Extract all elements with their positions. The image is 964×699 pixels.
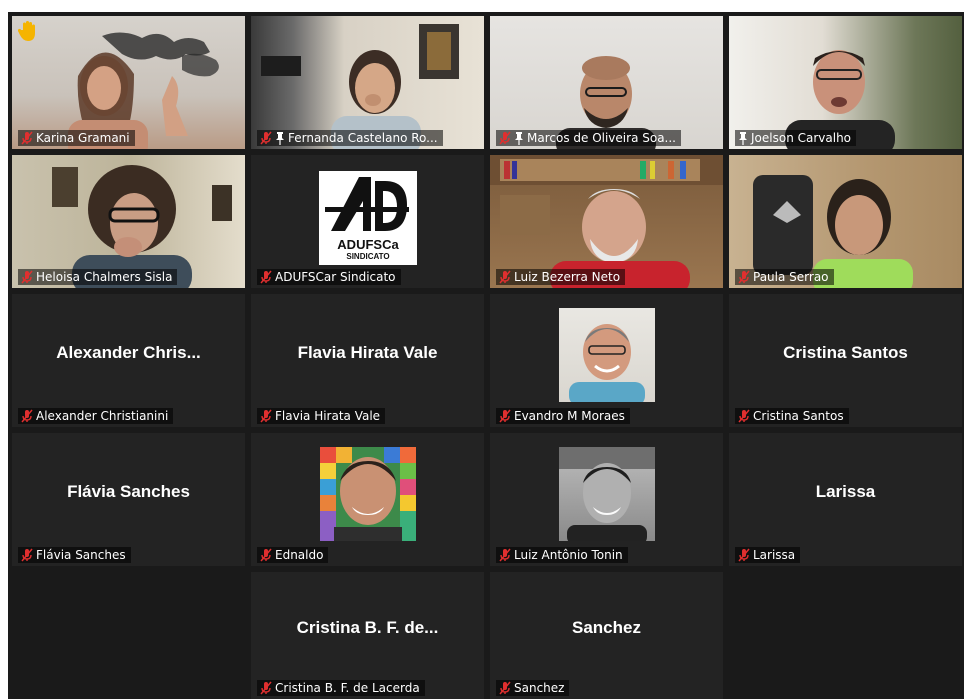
muted-mic-icon xyxy=(499,270,511,284)
logo-subtext: SINDICATO xyxy=(346,252,390,261)
profile-photo xyxy=(558,447,655,541)
participant-tile-adufscar[interactable]: ADUFSCa SINDICATO ADUFSCar Sindicato xyxy=(251,155,484,288)
participant-big-name: Flavia Hirata Vale xyxy=(297,342,438,362)
participant-name: Fernanda Castelano Ro... xyxy=(288,131,438,145)
participant-tile-joelson[interactable]: Joelson Carvalho xyxy=(729,16,962,149)
participant-name-tag: Evandro M Moraes xyxy=(496,408,630,424)
participant-tile-ednaldo[interactable]: Ednaldo xyxy=(251,433,484,566)
muted-mic-icon xyxy=(499,681,511,695)
participant-tile-cristina-santos[interactable]: Cristina Santos Cristina Santos xyxy=(729,294,962,427)
muted-mic-icon xyxy=(21,409,33,423)
muted-mic-icon xyxy=(499,131,511,145)
muted-mic-icon xyxy=(260,270,272,284)
adufscar-logo: ADUFSCa SINDICATO xyxy=(319,171,417,265)
participant-name-tag: Flávia Sanches xyxy=(18,547,131,563)
muted-mic-icon xyxy=(260,681,272,695)
muted-mic-icon xyxy=(260,131,272,145)
participant-name: Flavia Hirata Vale xyxy=(275,409,381,423)
participant-big-name: Alexander Chris... xyxy=(56,342,201,362)
participant-name-tag: Joelson Carvalho xyxy=(735,130,857,146)
participant-tile-heloisa[interactable]: Heloisa Chalmers Sisla xyxy=(12,155,245,288)
participant-name-tag: Alexander Christianini xyxy=(18,408,174,424)
participant-name: Sanchez xyxy=(514,681,565,695)
participant-big-name: Cristina Santos xyxy=(783,342,908,362)
pin-icon xyxy=(738,131,748,145)
muted-mic-icon xyxy=(499,548,511,562)
muted-mic-icon xyxy=(21,131,33,145)
participant-name: Luiz Antônio Tonin xyxy=(514,548,623,562)
participant-tile-flavia-hirata[interactable]: Flavia Hirata Vale Flavia Hirata Vale xyxy=(251,294,484,427)
participant-name: Evandro M Moraes xyxy=(514,409,625,423)
participant-name-tag: Luiz Bezerra Neto xyxy=(496,269,626,285)
pin-icon xyxy=(275,131,285,145)
participant-name-tag: Ednaldo xyxy=(257,547,329,563)
participant-name: Ednaldo xyxy=(275,548,324,562)
participant-name-tag: Sanchez xyxy=(496,680,570,696)
participant-tile-evandro[interactable]: Evandro M Moraes xyxy=(490,294,723,427)
participant-tile-paula[interactable]: Paula Serrao xyxy=(729,155,962,288)
participant-big-name: Cristina B. F. de... xyxy=(296,617,439,637)
participant-name: Cristina Santos xyxy=(753,409,844,423)
participant-name-tag: Cristina Santos xyxy=(735,408,849,424)
participant-name-tag: Heloisa Chalmers Sisla xyxy=(18,269,178,285)
participant-name: Alexander Christianini xyxy=(36,409,169,423)
participant-tile-marcos[interactable]: Marcos de Oliveira Soa... xyxy=(490,16,723,149)
participant-name-tag: Luiz Antônio Tonin xyxy=(496,547,628,563)
participant-name: Cristina B. F. de Lacerda xyxy=(275,681,420,695)
muted-mic-icon xyxy=(499,409,511,423)
participant-tile-fernanda[interactable]: Fernanda Castelano Ro... xyxy=(251,16,484,149)
logo-text: ADUFSCa xyxy=(337,237,399,252)
profile-photo-graphic xyxy=(568,324,645,402)
pin-icon xyxy=(514,131,524,145)
participant-big-name: Larissa xyxy=(815,481,876,501)
participant-name: Marcos de Oliveira Soa... xyxy=(527,131,676,145)
muted-mic-icon xyxy=(738,548,750,562)
participant-name-tag: Marcos de Oliveira Soa... xyxy=(496,130,681,146)
logo-mark-graphic xyxy=(325,177,409,231)
participant-name: Larissa xyxy=(753,548,796,562)
muted-mic-icon xyxy=(21,548,33,562)
profile-photo-graphic xyxy=(558,447,655,541)
participant-name: Joelson Carvalho xyxy=(751,131,852,145)
participant-name: Karina Gramani xyxy=(36,131,130,145)
participant-name-tag: Paula Serrao xyxy=(735,269,834,285)
muted-mic-icon xyxy=(21,270,33,284)
muted-mic-icon xyxy=(738,409,750,423)
gallery-view: Karina Gramani Fernanda Castelano Ro... xyxy=(8,12,964,699)
participant-name-tag: Karina Gramani xyxy=(18,130,135,146)
muted-mic-icon xyxy=(260,548,272,562)
profile-photo xyxy=(319,447,416,541)
participant-tile-sanchez[interactable]: Sanchez Sanchez xyxy=(490,572,723,699)
participant-tile-cristina-lacerda[interactable]: Cristina B. F. de... Cristina B. F. de L… xyxy=(251,572,484,699)
participant-name: ADUFSCar Sindicato xyxy=(275,270,396,284)
profile-photo xyxy=(558,308,655,402)
participant-name: Heloisa Chalmers Sisla xyxy=(36,270,173,284)
profile-photo-graphic xyxy=(319,447,416,541)
participant-tile-flavia-sanches[interactable]: Flávia Sanches Flávia Sanches xyxy=(12,433,245,566)
participant-tile-karina[interactable]: Karina Gramani xyxy=(12,16,245,149)
participant-tile-luiz-bezerra[interactable]: Luiz Bezerra Neto xyxy=(490,155,723,288)
muted-mic-icon xyxy=(260,409,272,423)
muted-mic-icon xyxy=(738,270,750,284)
participant-name-tag: ADUFSCar Sindicato xyxy=(257,269,401,285)
participant-name: Flávia Sanches xyxy=(36,548,126,562)
participant-name-tag: Cristina B. F. de Lacerda xyxy=(257,680,425,696)
participant-name: Luiz Bezerra Neto xyxy=(514,270,621,284)
participant-name-tag: Flavia Hirata Vale xyxy=(257,408,386,424)
participant-name-tag: Fernanda Castelano Ro... xyxy=(257,130,443,146)
participant-tile-larissa[interactable]: Larissa Larissa xyxy=(729,433,962,566)
participant-tile-alexander[interactable]: Alexander Chris... Alexander Christianin… xyxy=(12,294,245,427)
participant-big-name: Flávia Sanches xyxy=(67,481,190,501)
participant-big-name: Sanchez xyxy=(572,617,641,637)
participant-name: Paula Serrao xyxy=(753,270,829,284)
raise-hand-icon xyxy=(17,20,38,46)
participant-tile-luiz-tonin[interactable]: Luiz Antônio Tonin xyxy=(490,433,723,566)
participant-name-tag: Larissa xyxy=(735,547,801,563)
